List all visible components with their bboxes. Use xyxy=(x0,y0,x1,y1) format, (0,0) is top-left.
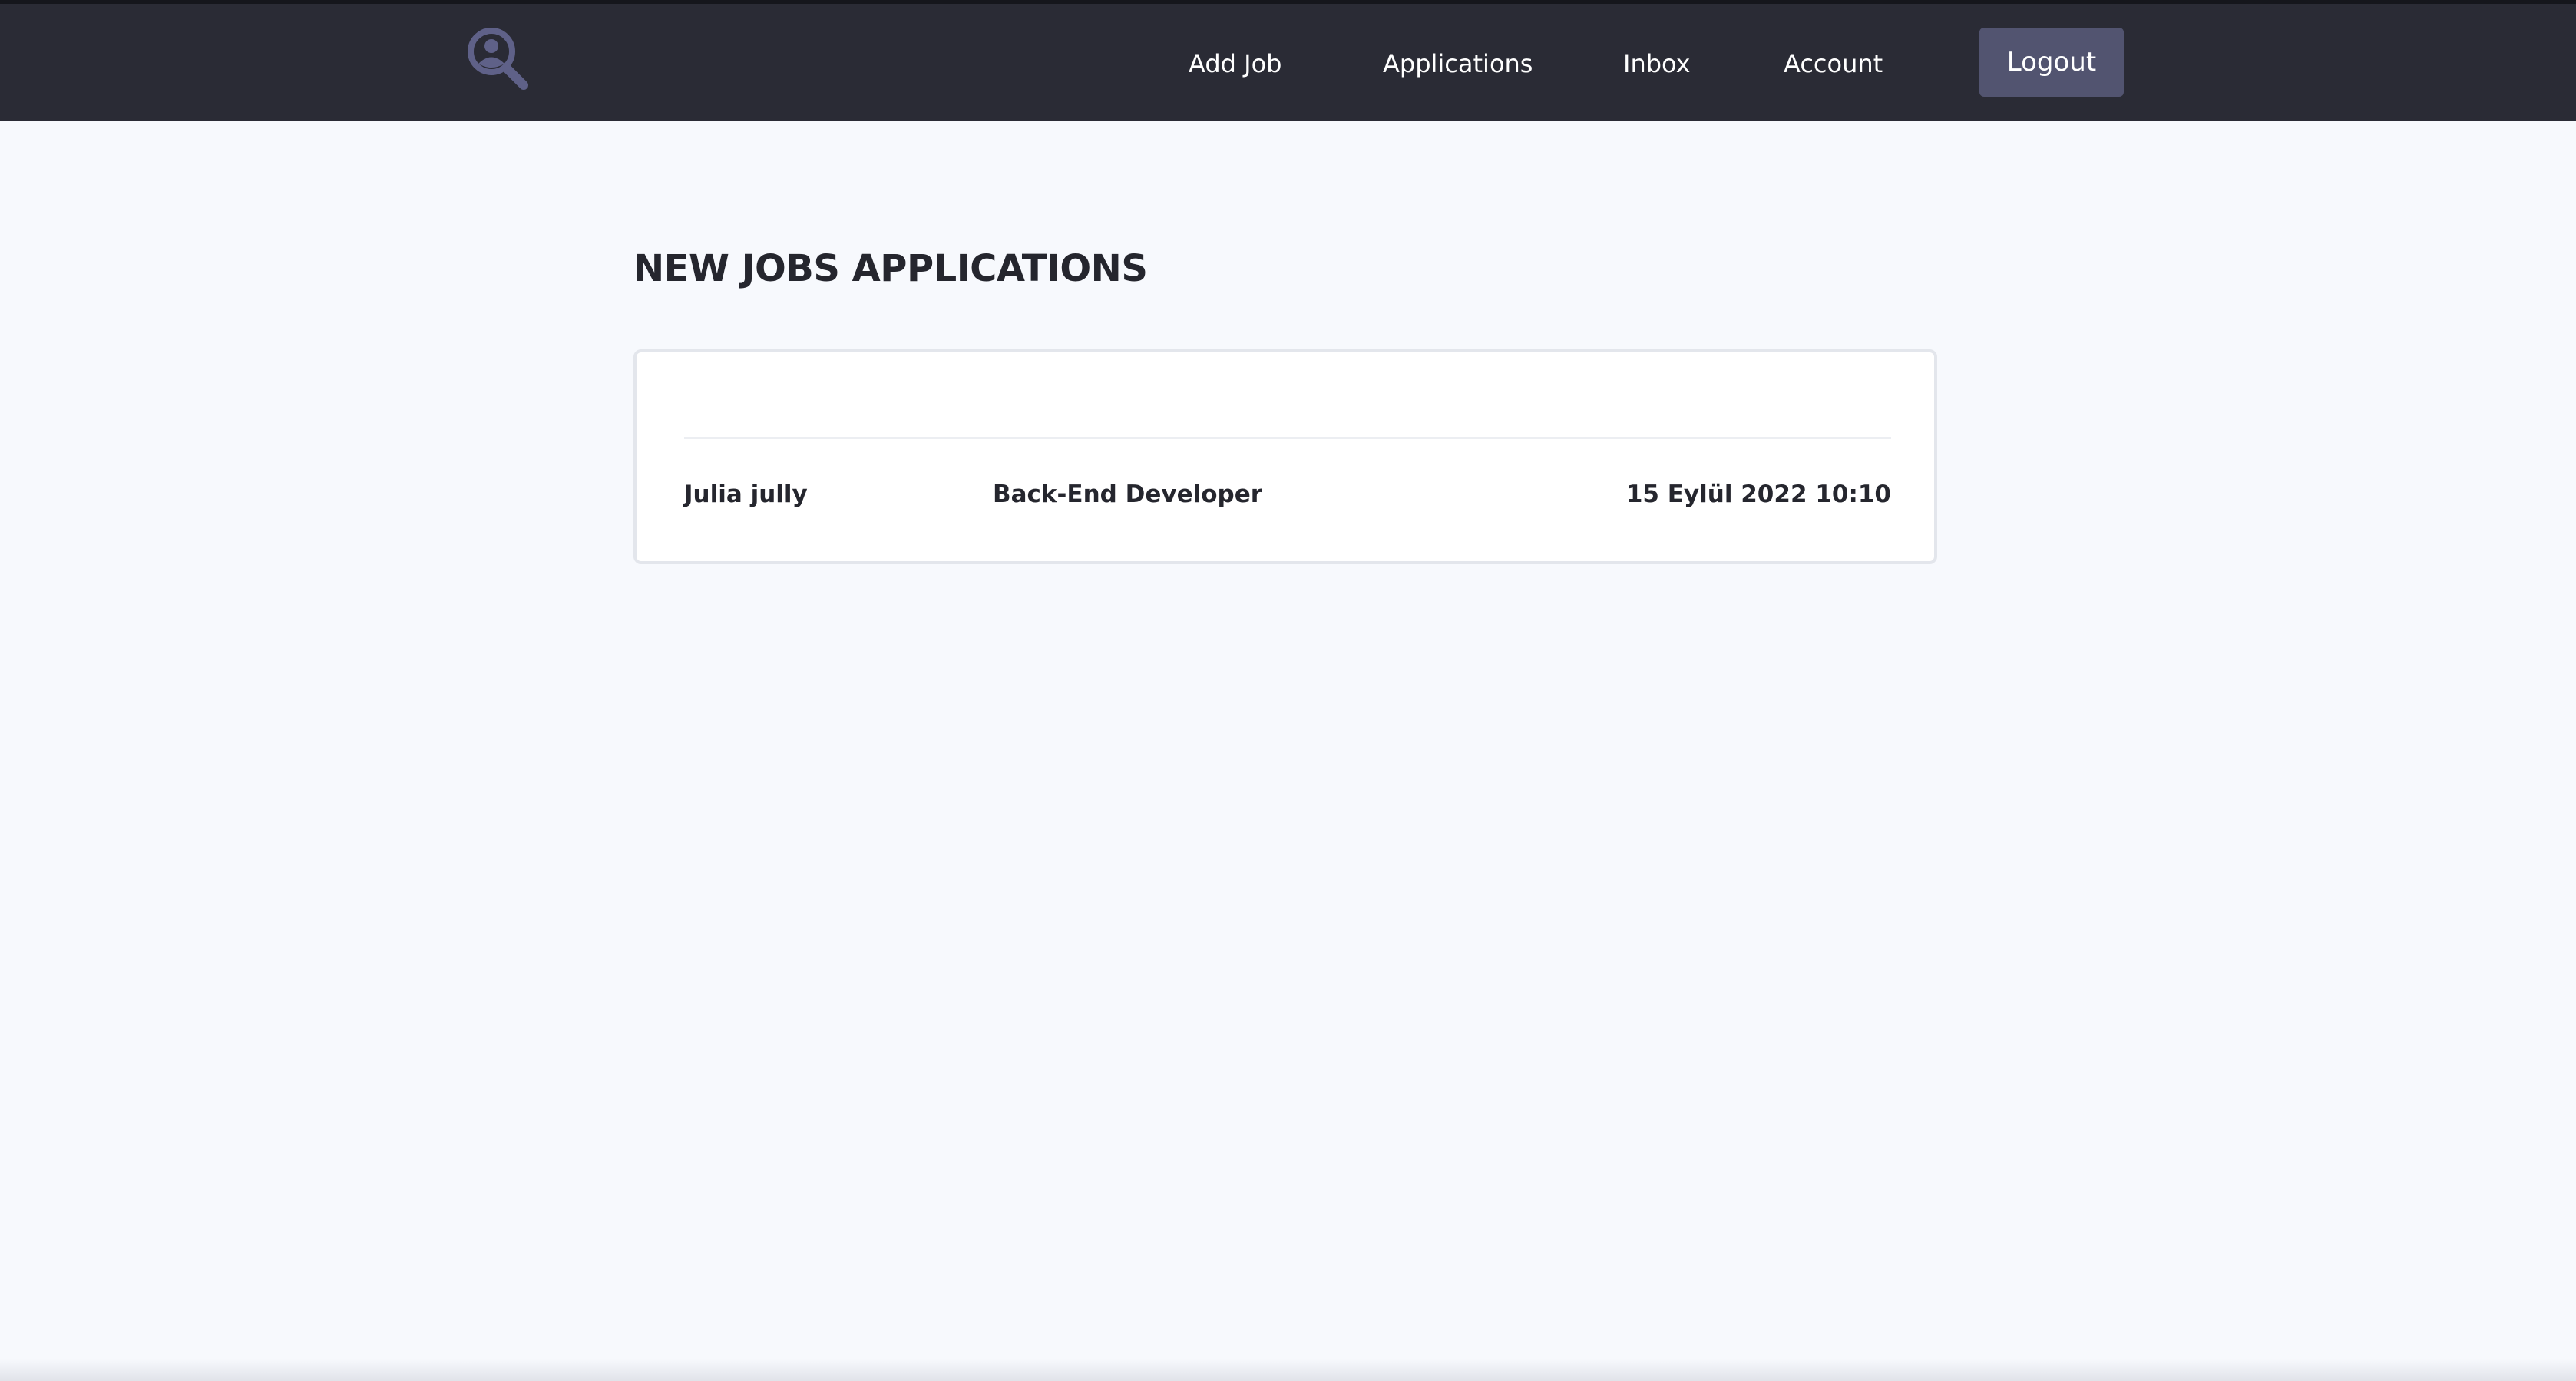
applicant-name: Julia jully xyxy=(684,481,808,508)
search-user-icon[interactable] xyxy=(465,25,530,91)
nav-account[interactable]: Account xyxy=(1784,42,1883,85)
top-navbar: Add Job Applications Inbox Account Logou… xyxy=(0,4,2576,121)
job-position: Back-End Developer xyxy=(993,481,1263,508)
bottom-shadow xyxy=(0,1359,2576,1381)
applications-card: Julia jully Back-End Developer 15 Eylül … xyxy=(633,349,1937,564)
nav-add-job[interactable]: Add Job xyxy=(1189,42,1281,85)
nav-applications[interactable]: Applications xyxy=(1383,42,1533,85)
card-divider xyxy=(684,437,1891,439)
application-date: 15 Eylül 2022 10:10 xyxy=(1625,481,1891,508)
application-row[interactable]: Julia jully Back-End Developer 15 Eylül … xyxy=(684,475,1891,514)
page-title: NEW JOBS APPLICATIONS xyxy=(633,247,1148,290)
nav-inbox[interactable]: Inbox xyxy=(1623,42,1691,85)
logout-button[interactable]: Logout xyxy=(1979,28,2124,97)
